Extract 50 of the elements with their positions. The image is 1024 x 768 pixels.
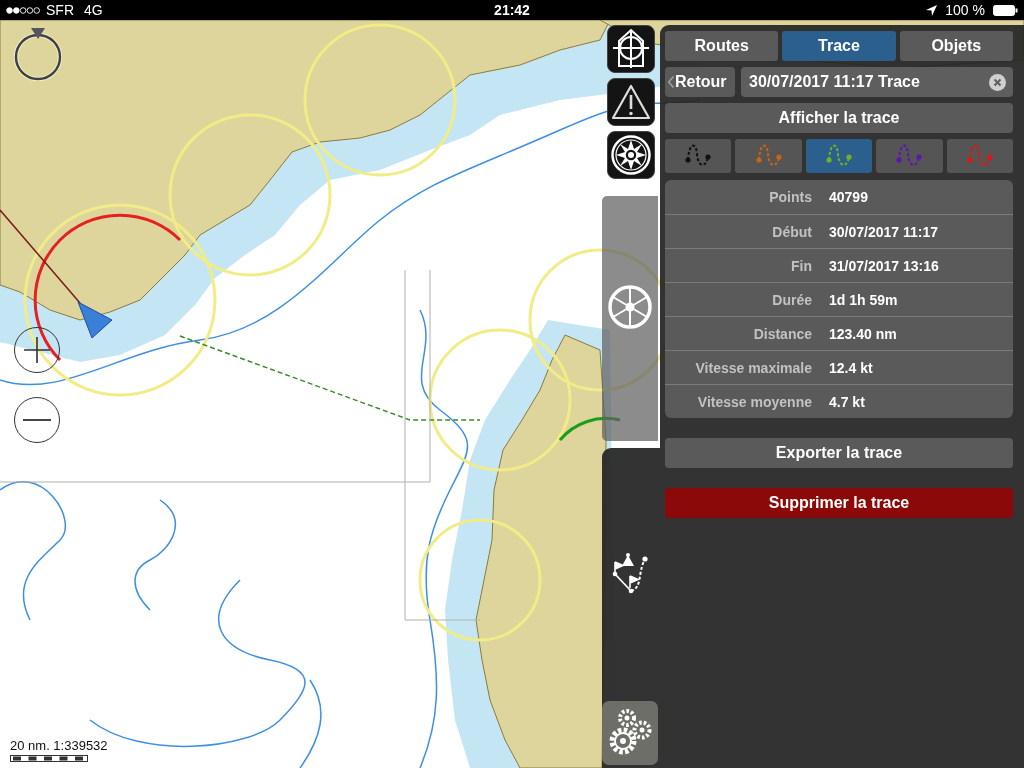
tab[interactable]: Routes bbox=[665, 31, 779, 61]
back-button[interactable]: Retour bbox=[665, 67, 735, 97]
stat-value: 123.40 nm bbox=[829, 325, 897, 342]
track-color-button[interactable] bbox=[876, 139, 943, 173]
scale-bar-icon bbox=[10, 755, 88, 762]
clock-time: 21:42 bbox=[494, 2, 530, 18]
compass-icon[interactable] bbox=[12, 26, 64, 82]
stat-label: Vitesse maximale bbox=[695, 359, 812, 376]
battery-percentage: 100 % bbox=[945, 2, 985, 18]
clear-icon[interactable] bbox=[989, 73, 1006, 91]
track-color-button[interactable] bbox=[735, 139, 802, 173]
compass-rose-button[interactable] bbox=[607, 131, 655, 179]
plus-icon bbox=[24, 337, 50, 363]
settings-button[interactable] bbox=[602, 701, 658, 765]
network-type: 4G bbox=[84, 2, 103, 18]
export-track-button[interactable]: Exporter la trace bbox=[665, 438, 1013, 468]
track-color-button[interactable] bbox=[805, 139, 873, 173]
stat-value: 1d 1h 59m bbox=[829, 291, 898, 308]
boat-position-icon bbox=[77, 301, 113, 339]
signal-strength-icon bbox=[6, 6, 40, 14]
delete-track-button[interactable]: Supprimer la trace bbox=[665, 488, 1013, 518]
crosshair-icon bbox=[611, 28, 651, 70]
chevron-left-icon bbox=[668, 76, 674, 88]
minus-icon bbox=[23, 419, 51, 421]
stat-label: Durée bbox=[772, 291, 812, 308]
stat-value: 4.7 kt bbox=[829, 393, 865, 410]
compass-rose-icon bbox=[611, 135, 651, 175]
marker-button[interactable] bbox=[607, 25, 655, 73]
stat-label: Début bbox=[772, 223, 812, 240]
track-name-field[interactable]: 30/07/2017 11:17 Trace bbox=[741, 67, 1013, 97]
helm-wheel-icon[interactable] bbox=[607, 283, 653, 330]
track-color-button[interactable] bbox=[665, 139, 732, 173]
map-scale-label: 20 nm. 1:339532 bbox=[10, 738, 108, 753]
warning-icon bbox=[611, 84, 651, 120]
stat-label: Vitesse moyenne bbox=[697, 393, 812, 410]
stat-value: 31/07/2017 13:16 bbox=[829, 257, 939, 274]
battery-icon bbox=[993, 4, 1018, 16]
stat-value: 30/07/2017 11:17 bbox=[829, 223, 938, 240]
stat-label: Fin bbox=[791, 257, 812, 274]
show-track-button[interactable]: Afficher la trace bbox=[665, 103, 1013, 133]
warning-button[interactable] bbox=[607, 78, 655, 126]
location-arrow-icon bbox=[926, 4, 938, 16]
stat-label: Points bbox=[769, 189, 812, 205]
carrier-name: SFR bbox=[46, 2, 74, 18]
tab[interactable]: Objets bbox=[899, 31, 1013, 61]
track-color-button[interactable] bbox=[946, 139, 1013, 173]
tab[interactable]: Trace bbox=[782, 31, 896, 61]
stat-value: 12.4 kt bbox=[829, 359, 873, 376]
stat-value: 40799 bbox=[829, 189, 868, 205]
stat-label: Distance bbox=[753, 325, 812, 342]
